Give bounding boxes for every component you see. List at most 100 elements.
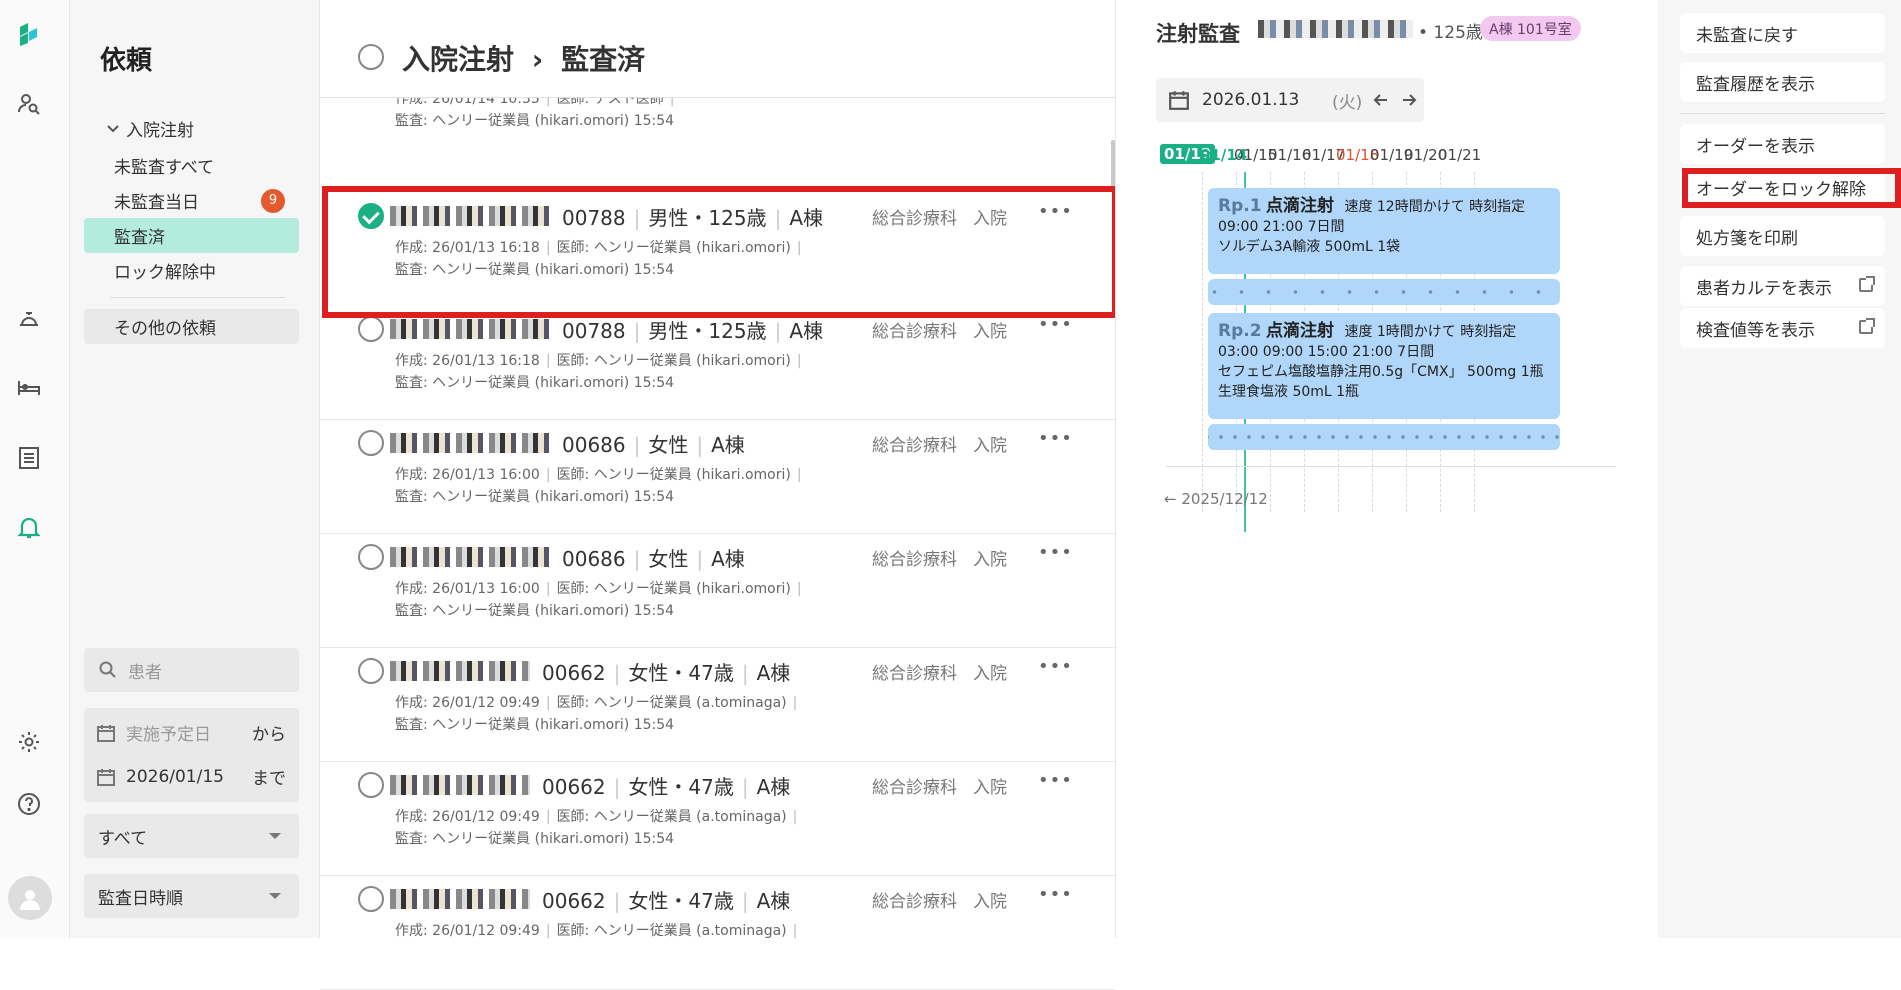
nav-item-unaudited-today[interactable]: 未監査当日 9 [84,183,299,218]
revert-to-unaudited-button[interactable]: 未監査に戻す [1680,13,1885,53]
status-filter-select[interactable]: すべて [84,814,299,858]
admission-type: 入院 [973,778,1007,798]
rp-drug: ソルデム3A輸液 500mL 1袋 [1218,239,1401,255]
row-checkbox[interactable] [358,658,384,684]
list-item[interactable]: 00686 | 女性 | A棟 総合診療科 入院 ••• 作成: 26/01/13 16:00 |… [320,534,1115,648]
panel-title: 注射監査 [1156,22,1240,46]
admission-type: 入院 [973,892,1007,912]
list-item[interactable]: 00662 | 女性・47歳 | A棟 総合診療科 入院 ••• 作成: 26/01/12 09… [320,648,1115,762]
row-checkbox[interactable] [358,886,384,912]
show-audit-history-button[interactable]: 監査履歴を表示 [1680,62,1885,102]
row-checkbox[interactable] [358,430,384,456]
divider [110,297,285,298]
show-patient-chart-button[interactable]: 患者カルテを表示 [1680,266,1885,306]
audited-by: 監査: ヘンリー従業員 (hikari.omori) 15:54 [395,831,675,847]
select-all-checkbox[interactable] [358,44,384,70]
arrow-left-icon[interactable] [1372,91,1390,109]
button-label: オーダーを表示 [1696,136,1815,157]
audited-by: 監査: ヘンリー従業員 (hikari.omori) 15:54 [395,489,675,505]
patient-id: 00686 [562,547,626,571]
row-meta: 作成: 26/01/13 16:00 | 医師: ヘンリー従業員 (hikari.o… [395,578,802,622]
list-item[interactable]: 00662 | 女性・47歳 | A棟 総合診療科 入院 ••• 作成: 26/01/12 09… [320,762,1115,876]
doctor: 医師: ヘンリー従業員 (hikari.omori) [556,467,791,483]
row-checkbox[interactable] [358,772,384,798]
list-item[interactable]: 00788 | 男性・125歳 | A棟 総合診療科 入院 ••• 作成: 26/01/13 1… [320,306,1115,420]
row-checkbox[interactable] [358,316,384,342]
settings-gear-icon[interactable] [15,728,43,756]
unlock-order-button[interactable]: オーダーをロック解除 [1680,167,1885,207]
sidebar-title: 依頼 [100,46,153,76]
patient-sex-age: 女性 [648,547,689,571]
date-navigator: 2026.01.13 (火) [1156,78,1424,122]
row-checkbox[interactable] [358,203,384,229]
audited-by: 監査: ヘンリー従業員 (hikari.omori) 15:54 [395,717,675,733]
bell-call-icon[interactable] [15,305,43,333]
nav-item-unlocked[interactable]: ロック解除中 [84,253,299,288]
audited-by: 監査: ヘンリー従業員 (hikari.omori) 15:54 [395,375,675,391]
patient-id: 00788 [562,319,626,343]
list-item[interactable]: 00662 | 女性・47歳 | A棟 総合診療科 入院 ••• 作成: 26/01/12 09… [320,876,1115,990]
date-from-placeholder: 実施予定日 [126,725,211,745]
date-from-suffix: から [252,725,286,745]
show-order-button[interactable]: オーダーを表示 [1680,124,1885,164]
more-options-icon[interactable]: ••• [1038,542,1073,563]
divider [1680,113,1885,114]
patient-summary: 00662 | 女性・47歳 | A棟 [542,889,791,913]
sort-order-select[interactable]: 監査日時順 [84,874,299,918]
calendar-icon [97,768,115,786]
nav-item-audited[interactable]: 監査済 [84,218,299,253]
created-at: 作成: 26/01/12 09:49 [395,809,540,825]
more-options-icon[interactable]: ••• [1038,201,1073,222]
doctor: 医師: ヘンリー従業員 (a.tominaga) [556,809,787,825]
nav-group-inpatient-injection[interactable]: 入院注射 [106,116,194,141]
arrow-right-icon[interactable] [1400,91,1418,109]
more-options-icon[interactable]: ••• [1038,428,1073,449]
patient-name-redacted [390,206,550,226]
date-to-value: 2026/01/15 [126,766,224,787]
patient-search-icon[interactable] [15,90,43,118]
icon-rail [0,0,70,938]
breadcrumb-separator: › [531,43,544,76]
row-meta: 作成: 26/01/13 16:18 | 医師: ヘンリー従業員 (hikari.o… [395,237,802,281]
department: 総合診療科 [872,892,957,912]
calendar-icon[interactable] [1168,89,1190,111]
patient-ward: A棟 [789,319,823,343]
list-document-icon[interactable] [15,444,43,472]
bed-icon[interactable] [15,374,43,402]
rp2-card[interactable]: Rp.2 点滴注射 速度 1時間かけて 時刻指定 03:00 09:00 15:… [1208,313,1560,419]
actions-panel: 未監査に戻す 監査履歴を表示 オーダーを表示 オーダーをロック解除 処方箋を印刷… [1658,0,1901,938]
patient-summary: 00662 | 女性・47歳 | A棟 [542,661,791,685]
notification-bell-icon[interactable] [15,514,43,542]
rp1-card[interactable]: Rp.1 点滴注射 速度 12時間かけて 時刻指定 09:00 21:00 7日… [1208,188,1560,274]
nav-item-other-requests[interactable]: その他の依頼 [84,309,299,344]
more-options-icon[interactable]: ••• [1038,656,1073,677]
nav-item-label: 未監査すべて [114,158,215,178]
row-checkbox[interactable] [358,544,384,570]
more-options-icon[interactable]: ••• [1038,770,1073,791]
department-info: 総合診療科入院 [872,431,1007,456]
patient-summary: 00788 | 男性・125歳 | A棟 [562,319,823,343]
admission-type: 入院 [973,436,1007,456]
list-item[interactable]: 00788 | 男性・125歳 | A棟 総合診療科 入院 ••• 作成: 26/01/13 1… [320,193,1115,307]
nav-item-unaudited-all[interactable]: 未監査すべて [84,148,299,183]
more-options-icon[interactable]: ••• [1038,884,1073,905]
app-logo-icon[interactable] [15,20,43,48]
help-icon[interactable] [15,790,43,818]
doctor: 医師: ヘンリー従業員 (hikari.omori) [556,240,791,256]
print-prescription-button[interactable]: 処方箋を印刷 [1680,216,1885,256]
list-item[interactable]: 00686 | 女性 | A棟 総合診療科 入院 ••• 作成: 26/01/13 16:00 |… [320,420,1115,534]
user-avatar[interactable] [8,876,52,920]
button-label: 未監査に戻す [1696,25,1798,46]
patient-name-redacted [390,319,550,339]
more-options-icon[interactable]: ••• [1038,314,1073,335]
department-info: 総合診療科入院 [872,887,1007,912]
show-lab-results-button[interactable]: 検査値等を表示 [1680,308,1885,348]
department-info: 総合診療科入院 [872,317,1007,342]
doctor: 医師: ヘンリー従業員 (a.tominaga) [556,695,787,711]
date-from-input[interactable]: 実施予定日 から [96,720,286,745]
doctor: 医師: ヘンリー従業員 (hikari.omori) [556,581,791,597]
date-to-input[interactable]: 2026/01/15 まで [96,764,286,789]
patient-name-redacted [390,661,530,681]
patient-search-input[interactable]: 患者 [84,648,299,692]
previous-range-link[interactable]: ← 2025/12/12 [1164,490,1268,508]
